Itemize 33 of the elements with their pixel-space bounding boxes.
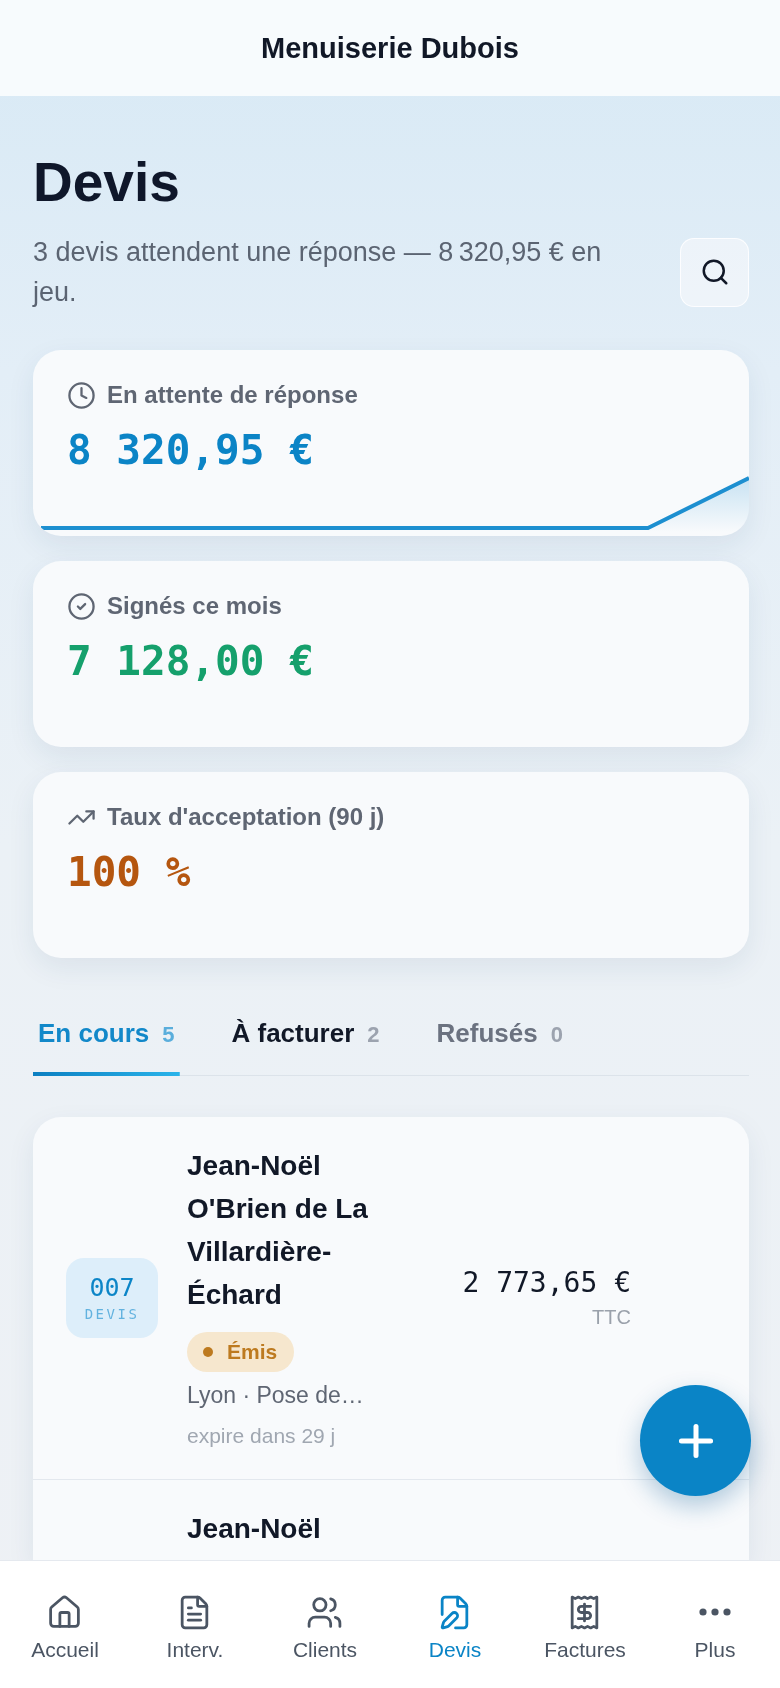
nav-item[interactable]: Clients (292, 1594, 358, 1663)
stat-label: En attente de réponse (107, 380, 358, 410)
check-circle-icon (67, 591, 96, 621)
amount-note: TTC (592, 1304, 631, 1330)
stat-label: Taux d'acceptation (90 j) (107, 802, 385, 832)
nav-item[interactable]: Interv. (166, 1594, 224, 1663)
search-button[interactable] (680, 237, 749, 307)
tab-count: 5 (162, 1021, 175, 1049)
quote-place: Lyon · Pose de… (187, 1381, 364, 1410)
app-title: Menuiserie Dubois (261, 31, 519, 66)
nav-item[interactable]: Plus (694, 1594, 736, 1663)
stat-value: 7 128,00 € (67, 636, 314, 687)
tab-count: 2 (367, 1021, 380, 1049)
quote-expiry: expire dans 29 j (187, 1423, 336, 1449)
more-icon (699, 1608, 731, 1616)
status-label: Émis (227, 1340, 278, 1364)
stat-label: Signés ce mois (107, 591, 282, 621)
client-name: Jean-Noël O'Brien de La Villardière-Échard (187, 1149, 369, 1312)
quote-number-caption: DEVIS (84, 1304, 140, 1323)
quote-amount: 2 773,65 € (462, 1265, 631, 1300)
nav-item[interactable]: Accueil (31, 1594, 99, 1663)
stat-value: 8 320,95 € (67, 425, 314, 476)
nav-item[interactable]: Devis (428, 1594, 482, 1663)
people-icon (306, 1594, 344, 1631)
stat-value: 100 % (67, 847, 191, 898)
tab-count: 0 (550, 1021, 563, 1049)
page-subtitle: 3 devis attendent une réponse — 8 320,95 € en jeu. (33, 236, 603, 309)
client-name: Jean-Noël (187, 1512, 321, 1546)
nav-item[interactable]: Factures (544, 1594, 626, 1663)
quote-number: 007 (89, 1272, 135, 1303)
clock-icon (67, 380, 96, 410)
page-title: Devis (33, 150, 180, 214)
filter-tab[interactable]: À facturer 2 (226, 1002, 385, 1076)
